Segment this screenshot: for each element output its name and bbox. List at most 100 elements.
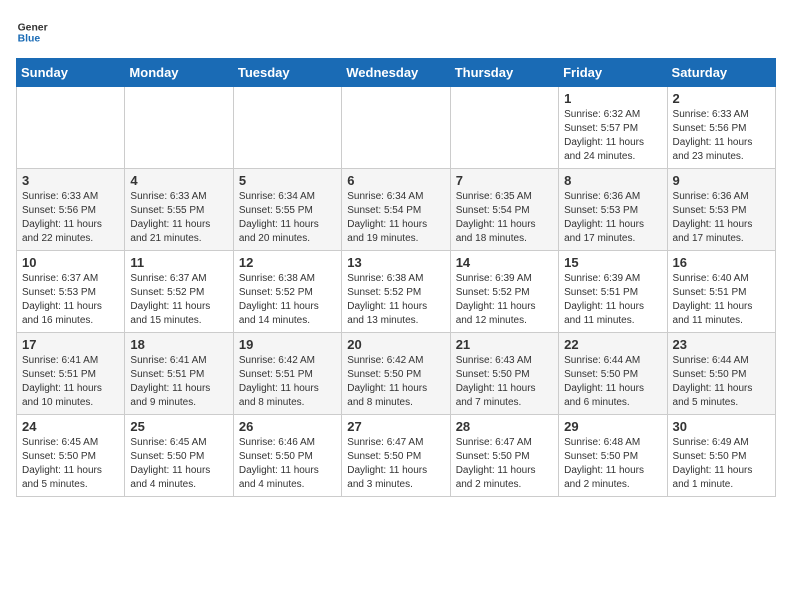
col-header-wednesday: Wednesday <box>342 59 450 87</box>
day-number: 17 <box>22 337 119 352</box>
day-number: 13 <box>347 255 444 270</box>
day-info: Sunrise: 6:47 AM Sunset: 5:50 PM Dayligh… <box>347 436 444 492</box>
day-info: Sunrise: 6:39 AM Sunset: 5:52 PM Dayligh… <box>456 272 553 328</box>
calendar-cell: 17 Sunrise: 6:41 AM Sunset: 5:51 PM Dayli… <box>17 333 125 415</box>
calendar-week-3: 10 Sunrise: 6:37 AM Sunset: 5:53 PM Dayli… <box>17 251 776 333</box>
calendar-cell <box>233 87 341 169</box>
calendar-cell: 27 Sunrise: 6:47 AM Sunset: 5:50 PM Dayli… <box>342 415 450 497</box>
day-number: 25 <box>130 419 227 434</box>
calendar-cell: 21 Sunrise: 6:43 AM Sunset: 5:50 PM Dayli… <box>450 333 558 415</box>
logo: General Blue <box>16 16 48 48</box>
day-info: Sunrise: 6:45 AM Sunset: 5:50 PM Dayligh… <box>130 436 227 492</box>
day-info: Sunrise: 6:45 AM Sunset: 5:50 PM Dayligh… <box>22 436 119 492</box>
day-info: Sunrise: 6:42 AM Sunset: 5:50 PM Dayligh… <box>347 354 444 410</box>
calendar-cell: 26Sunrise: 6:46 AM Sunset: 5:50 PM Dayli… <box>233 415 341 497</box>
day-info: Sunrise: 6:44 AM Sunset: 5:50 PM Dayligh… <box>673 354 770 410</box>
day-info: Sunrise: 6:37 AM Sunset: 5:52 PM Dayligh… <box>130 272 227 328</box>
calendar-cell: 4 Sunrise: 6:33 AM Sunset: 5:55 PM Daylig… <box>125 169 233 251</box>
day-number: 4 <box>130 173 227 188</box>
calendar-week-5: 24 Sunrise: 6:45 AM Sunset: 5:50 PM Dayli… <box>17 415 776 497</box>
day-number: 23 <box>673 337 770 352</box>
day-info: Sunrise: 6:38 AM Sunset: 5:52 PM Dayligh… <box>239 272 336 328</box>
calendar-cell: 12 Sunrise: 6:38 AM Sunset: 5:52 PM Dayli… <box>233 251 341 333</box>
calendar-cell: 25 Sunrise: 6:45 AM Sunset: 5:50 PM Dayli… <box>125 415 233 497</box>
day-number: 27 <box>347 419 444 434</box>
calendar-cell: 14 Sunrise: 6:39 AM Sunset: 5:52 PM Dayli… <box>450 251 558 333</box>
day-info: Sunrise: 6:44 AM Sunset: 5:50 PM Dayligh… <box>564 354 661 410</box>
day-number: 20 <box>347 337 444 352</box>
calendar-cell: 23 Sunrise: 6:44 AM Sunset: 5:50 PM Dayli… <box>667 333 775 415</box>
day-number: 22 <box>564 337 661 352</box>
calendar-cell: 29 Sunrise: 6:48 AM Sunset: 5:50 PM Dayli… <box>559 415 667 497</box>
day-number: 26 <box>239 419 336 434</box>
calendar-cell: 9 Sunrise: 6:36 AM Sunset: 5:53 PM Daylig… <box>667 169 775 251</box>
day-number: 11 <box>130 255 227 270</box>
day-number: 9 <box>673 173 770 188</box>
calendar-table: SundayMondayTuesdayWednesdayThursdayFrid… <box>16 58 776 497</box>
day-info: Sunrise: 6:38 AM Sunset: 5:52 PM Dayligh… <box>347 272 444 328</box>
day-number: 2 <box>673 91 770 106</box>
calendar-cell: 7 Sunrise: 6:35 AM Sunset: 5:54 PM Daylig… <box>450 169 558 251</box>
col-header-sunday: Sunday <box>17 59 125 87</box>
day-number: 29 <box>564 419 661 434</box>
calendar-cell: 15 Sunrise: 6:39 AM Sunset: 5:51 PM Dayli… <box>559 251 667 333</box>
day-info: Sunrise: 6:41 AM Sunset: 5:51 PM Dayligh… <box>22 354 119 410</box>
day-number: 16 <box>673 255 770 270</box>
day-info: Sunrise: 6:34 AM Sunset: 5:54 PM Dayligh… <box>347 190 444 246</box>
day-number: 12 <box>239 255 336 270</box>
calendar-cell: 24 Sunrise: 6:45 AM Sunset: 5:50 PM Dayli… <box>17 415 125 497</box>
day-number: 21 <box>456 337 553 352</box>
day-number: 8 <box>564 173 661 188</box>
day-info: Sunrise: 6:39 AM Sunset: 5:51 PM Dayligh… <box>564 272 661 328</box>
calendar-cell: 22 Sunrise: 6:44 AM Sunset: 5:50 PM Dayli… <box>559 333 667 415</box>
day-info: Sunrise: 6:47 AM Sunset: 5:50 PM Dayligh… <box>456 436 553 492</box>
col-header-tuesday: Tuesday <box>233 59 341 87</box>
calendar-cell: 18 Sunrise: 6:41 AM Sunset: 5:51 PM Dayli… <box>125 333 233 415</box>
calendar-cell: 10 Sunrise: 6:37 AM Sunset: 5:53 PM Dayli… <box>17 251 125 333</box>
calendar-cell: 6 Sunrise: 6:34 AM Sunset: 5:54 PM Daylig… <box>342 169 450 251</box>
calendar-cell: 8 Sunrise: 6:36 AM Sunset: 5:53 PM Daylig… <box>559 169 667 251</box>
day-info: Sunrise: 6:42 AM Sunset: 5:51 PM Dayligh… <box>239 354 336 410</box>
calendar-cell: 2 Sunrise: 6:33 AM Sunset: 5:56 PM Daylig… <box>667 87 775 169</box>
day-info: Sunrise: 6:37 AM Sunset: 5:53 PM Dayligh… <box>22 272 119 328</box>
day-number: 24 <box>22 419 119 434</box>
calendar-cell: 13 Sunrise: 6:38 AM Sunset: 5:52 PM Dayli… <box>342 251 450 333</box>
day-number: 18 <box>130 337 227 352</box>
svg-text:General: General <box>18 22 48 33</box>
calendar-cell <box>17 87 125 169</box>
calendar-cell: 1Sunrise: 6:32 AM Sunset: 5:57 PM Daylig… <box>559 87 667 169</box>
day-info: Sunrise: 6:34 AM Sunset: 5:55 PM Dayligh… <box>239 190 336 246</box>
day-info: Sunrise: 6:49 AM Sunset: 5:50 PM Dayligh… <box>673 436 770 492</box>
day-number: 7 <box>456 173 553 188</box>
calendar-cell: 20 Sunrise: 6:42 AM Sunset: 5:50 PM Dayli… <box>342 333 450 415</box>
day-number: 14 <box>456 255 553 270</box>
day-number: 6 <box>347 173 444 188</box>
page-header: General Blue <box>16 16 776 48</box>
day-info: Sunrise: 6:43 AM Sunset: 5:50 PM Dayligh… <box>456 354 553 410</box>
day-info: Sunrise: 6:33 AM Sunset: 5:56 PM Dayligh… <box>22 190 119 246</box>
calendar-cell <box>342 87 450 169</box>
day-info: Sunrise: 6:41 AM Sunset: 5:51 PM Dayligh… <box>130 354 227 410</box>
day-info: Sunrise: 6:35 AM Sunset: 5:54 PM Dayligh… <box>456 190 553 246</box>
day-info: Sunrise: 6:33 AM Sunset: 5:56 PM Dayligh… <box>673 108 770 164</box>
day-info: Sunrise: 6:48 AM Sunset: 5:50 PM Dayligh… <box>564 436 661 492</box>
calendar-cell: 11 Sunrise: 6:37 AM Sunset: 5:52 PM Dayli… <box>125 251 233 333</box>
calendar-cell <box>450 87 558 169</box>
day-number: 28 <box>456 419 553 434</box>
day-number: 15 <box>564 255 661 270</box>
day-number: 19 <box>239 337 336 352</box>
svg-text:Blue: Blue <box>18 34 41 45</box>
calendar-cell: 3 Sunrise: 6:33 AM Sunset: 5:56 PM Daylig… <box>17 169 125 251</box>
day-info: Sunrise: 6:36 AM Sunset: 5:53 PM Dayligh… <box>564 190 661 246</box>
col-header-saturday: Saturday <box>667 59 775 87</box>
day-number: 3 <box>22 173 119 188</box>
col-header-monday: Monday <box>125 59 233 87</box>
day-number: 10 <box>22 255 119 270</box>
calendar-cell: 19 Sunrise: 6:42 AM Sunset: 5:51 PM Dayli… <box>233 333 341 415</box>
calendar-week-4: 17 Sunrise: 6:41 AM Sunset: 5:51 PM Dayli… <box>17 333 776 415</box>
day-info: Sunrise: 6:32 AM Sunset: 5:57 PM Dayligh… <box>564 108 661 164</box>
col-header-thursday: Thursday <box>450 59 558 87</box>
calendar-week-2: 3 Sunrise: 6:33 AM Sunset: 5:56 PM Daylig… <box>17 169 776 251</box>
day-info: Sunrise: 6:36 AM Sunset: 5:53 PM Dayligh… <box>673 190 770 246</box>
day-info: Sunrise: 6:33 AM Sunset: 5:55 PM Dayligh… <box>130 190 227 246</box>
